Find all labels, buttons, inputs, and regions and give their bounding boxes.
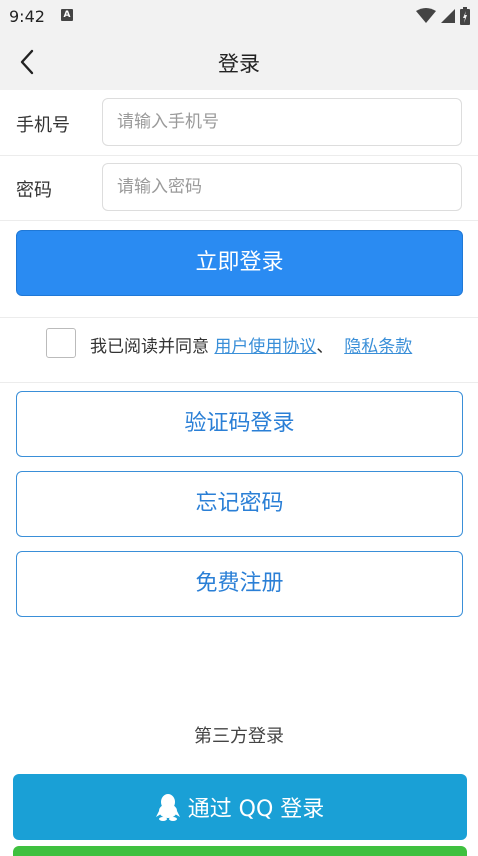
- agreement-row: 我已阅读并同意 用户使用协议、 隐私条款: [0, 318, 478, 382]
- forgot-password-button[interactable]: 忘记密码: [16, 471, 463, 537]
- battery-icon: [460, 7, 470, 25]
- password-label: 密码: [16, 180, 52, 201]
- register-button[interactable]: 免费注册: [16, 551, 463, 617]
- page-title: 登录: [218, 52, 260, 76]
- signal-icon: [441, 9, 455, 23]
- password-row: 密码: [0, 156, 478, 221]
- divider: [0, 382, 478, 383]
- phone-row: 手机号: [0, 91, 478, 156]
- login-button[interactable]: 立即登录: [16, 230, 463, 296]
- qq-login-label: 通过 QQ 登录: [187, 797, 325, 822]
- qq-penguin-icon: [155, 794, 180, 821]
- sms-login-button[interactable]: 验证码登录: [16, 391, 463, 457]
- status-icons: [416, 7, 470, 25]
- password-input[interactable]: [102, 163, 462, 211]
- notification-icon: A: [61, 9, 73, 21]
- wifi-icon: [416, 8, 436, 23]
- status-bar: 9:42 A: [0, 0, 478, 34]
- privacy-link[interactable]: 隐私条款: [344, 337, 412, 357]
- agree-checkbox[interactable]: [46, 328, 76, 358]
- status-time: 9:42: [9, 7, 45, 26]
- nav-bar: 登录: [0, 34, 478, 90]
- terms-link[interactable]: 用户使用协议: [214, 337, 316, 357]
- phone-input[interactable]: [102, 98, 462, 146]
- third-party-title: 第三方登录: [194, 726, 284, 747]
- phone-label: 手机号: [16, 115, 70, 136]
- agreement-prefix: 我已阅读并同意: [90, 337, 215, 357]
- agreement-text: 我已阅读并同意 用户使用协议、 隐私条款: [90, 332, 412, 357]
- qq-login-button[interactable]: 通过 QQ 登录: [13, 774, 467, 840]
- wechat-login-button[interactable]: [13, 846, 467, 856]
- agreement-separator: 、: [316, 337, 334, 357]
